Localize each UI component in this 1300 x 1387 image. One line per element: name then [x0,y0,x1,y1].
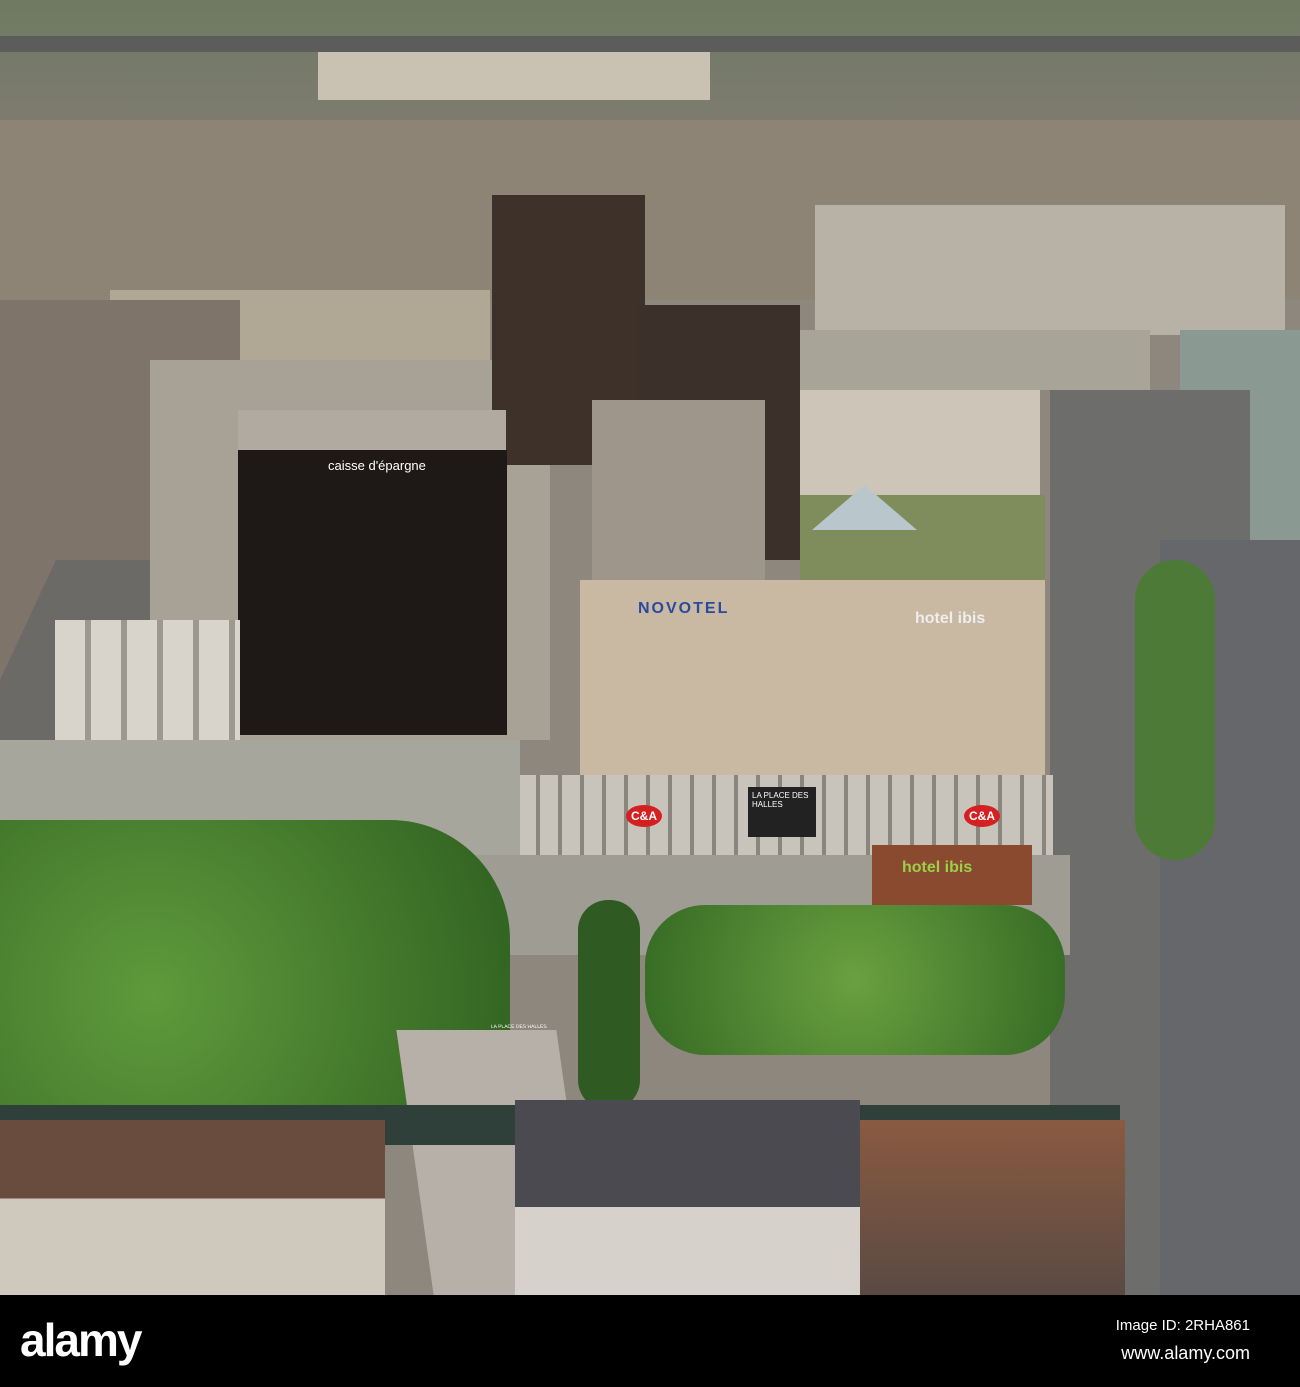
caisse-roof [238,410,506,455]
aerial-photo: caisse d'épargne NOVOTEL hotel ibis C&A … [0,0,1300,1295]
watermark-bar: alamy Image ID: 2RHA861 www.alamy.com [0,1295,1300,1387]
ca-logo-right: C&A [964,805,1000,827]
caisse-epargne-building: caisse d'épargne [238,450,507,735]
street-trees [1135,560,1215,860]
place-des-halles-logo: LA PLACE DES HALLES [748,787,816,837]
large-roof [800,390,1040,500]
bottom-center-houses [515,1100,860,1295]
poplar-tree [578,900,640,1110]
striped-pavilion [55,620,240,740]
tower-three [592,400,765,590]
novotel-building: NOVOTEL hotel ibis [580,580,1045,785]
ibis-front-sign: hotel ibis [902,859,973,876]
roof-garden [800,495,1045,585]
long-building [318,52,710,100]
ibis-roof-sign: hotel ibis [915,610,986,627]
image-id: Image ID: 2RHA861 [1115,1317,1250,1334]
caisse-epargne-sign: caisse d'épargne [328,458,426,473]
alamy-url: www.alamy.com [1121,1343,1250,1363]
ca-logo-left: C&A [626,805,662,827]
right-block [815,205,1285,335]
trees-right [645,905,1065,1055]
highway [0,36,1300,52]
halles-facade: C&A LA PLACE DES HALLES C&A [518,775,1053,855]
bottom-left-houses [0,1120,385,1295]
alamy-logo: alamy [20,1314,142,1366]
bottom-right-houses [860,1120,1125,1295]
entrance-sign: LA PLACE DES HALLES [490,1024,548,1030]
novotel-sign: NOVOTEL [638,600,730,617]
parking-lot [800,330,1150,390]
ibis-corner: hotel ibis [872,845,1032,905]
